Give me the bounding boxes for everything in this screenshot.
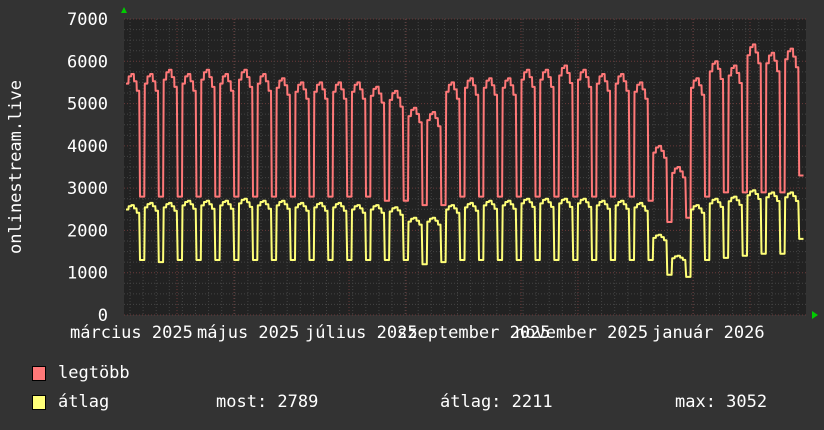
- y-tick-label: 2000: [67, 221, 108, 241]
- legend-max-label: legtöbb: [58, 363, 130, 383]
- y-tick-label: 4000: [67, 137, 108, 157]
- y-tick-label: 7000: [67, 10, 108, 30]
- legend-swatch-avg: [32, 395, 46, 410]
- y-tick-label: 1000: [67, 264, 108, 284]
- y-tick-label: 5000: [67, 95, 108, 115]
- x-axis-arrow-icon: [812, 311, 818, 319]
- y-tick-label: 3000: [67, 179, 108, 199]
- legend-avg-label: átlag: [58, 392, 110, 412]
- y-axis-arrow-icon: [121, 7, 127, 13]
- x-tick-label: november 2025: [515, 323, 648, 343]
- x-tick-label: március 2025: [70, 323, 193, 343]
- x-tick-label: január 2026: [652, 323, 765, 343]
- y-tick-label: 6000: [67, 52, 108, 72]
- y-axis-label: onlinestream.live: [6, 80, 26, 254]
- x-tick-label: május 2025: [197, 323, 299, 343]
- legend-maximum: max: 3052: [675, 392, 768, 412]
- x-ticks: március 2025 május 2025 július 2025szeptem…: [70, 323, 765, 343]
- legend-swatch-max: [32, 366, 46, 381]
- legend-average: átlag: 2211: [440, 392, 553, 412]
- legend-now: most: 2789: [216, 392, 319, 412]
- y-ticks: 01000200030004000500060007000: [67, 10, 108, 326]
